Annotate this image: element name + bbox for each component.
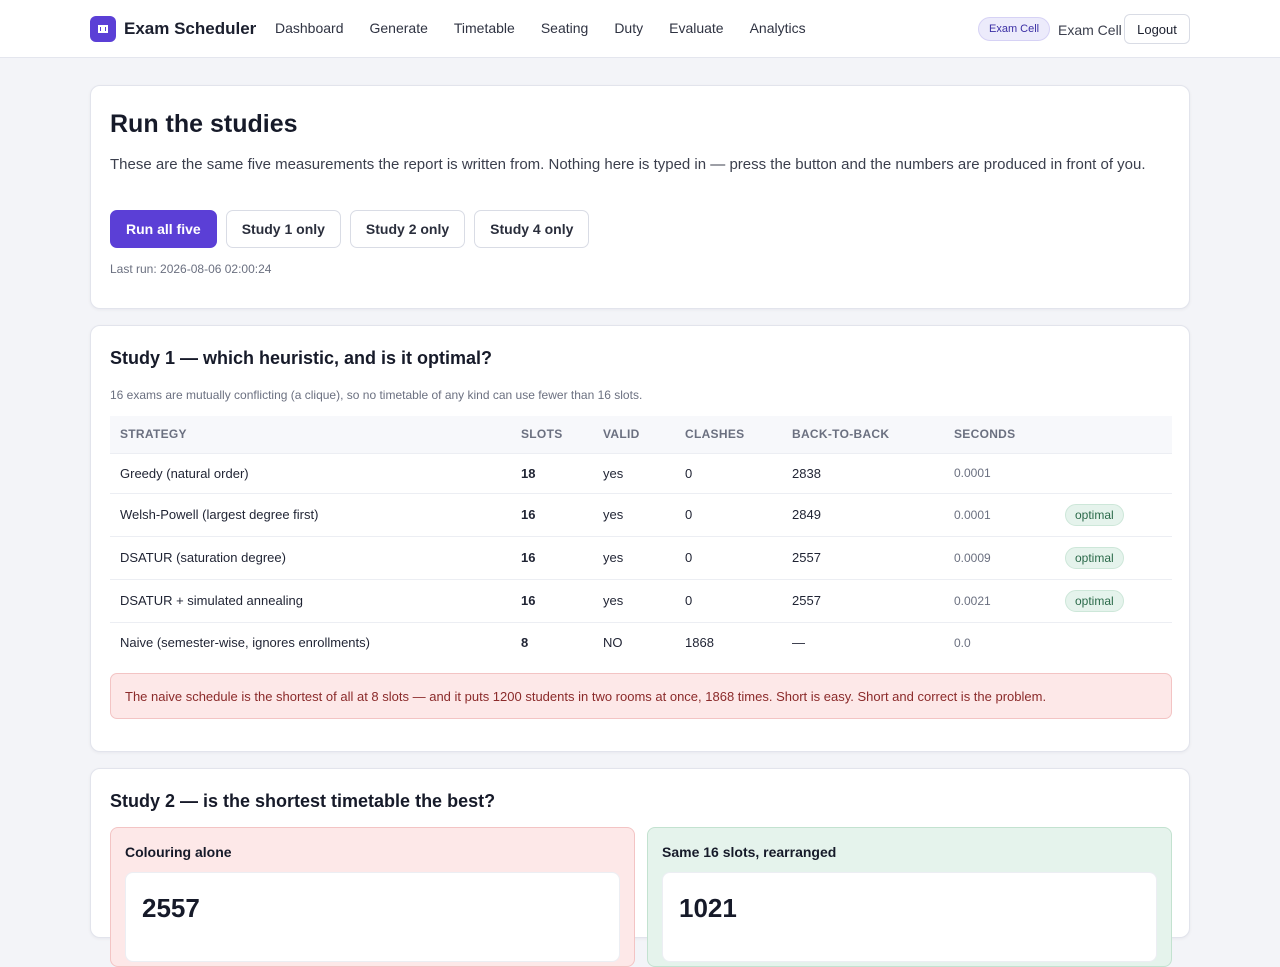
strategy-cell: Naive (semester-wise, ignores enrollment…	[110, 621, 511, 663]
status-cell	[1055, 621, 1172, 663]
study-buttons: Run all five Study 1 only Study 2 only S…	[110, 210, 598, 248]
strategy-cell: Greedy (natural order)	[110, 452, 511, 493]
back-to-back-cell: 2838	[782, 452, 944, 493]
table-header-row: STRATEGY SLOTS VALID CLASHES BACK-TO-BAC…	[110, 416, 1172, 453]
seconds-cell: 0.0001	[944, 492, 1055, 536]
heuristics-table: STRATEGY SLOTS VALID CLASHES BACK-TO-BAC…	[110, 416, 1172, 663]
clashes-cell: 0	[675, 535, 782, 579]
main-nav: Dashboard Generate Timetable Seating Dut…	[262, 20, 819, 36]
calendar-logo-icon	[90, 16, 116, 42]
panel-title: Colouring alone	[125, 844, 232, 860]
back-to-back-cell: —	[782, 621, 944, 663]
brand[interactable]: Exam Scheduler	[90, 16, 256, 42]
clashes-cell: 1868	[675, 621, 782, 663]
study-1-card: Study 1 — which heuristic, and is it opt…	[90, 325, 1190, 752]
seconds-cell: 0.0001	[944, 452, 1055, 493]
seconds-cell: 0.0009	[944, 535, 1055, 579]
nav-seating[interactable]: Seating	[541, 20, 588, 36]
clashes-cell: 0	[675, 492, 782, 536]
user-role-label: Exam Cell	[1058, 22, 1122, 38]
optimal-badge: optimal	[1065, 589, 1124, 612]
table-row: Greedy (natural order) 18 yes 0 2838 0.0…	[110, 452, 1172, 493]
study-4-button[interactable]: Study 4 only	[474, 210, 590, 248]
status-cell: optimal	[1055, 492, 1172, 536]
strategy-cell: DSATUR (saturation degree)	[110, 535, 511, 579]
nav-timetable[interactable]: Timetable	[454, 20, 515, 36]
nav-evaluate[interactable]: Evaluate	[669, 20, 723, 36]
valid-cell: yes	[593, 452, 675, 493]
metric-box: 2557	[125, 872, 620, 962]
valid-cell: yes	[593, 535, 675, 579]
colouring-alone-panel: Colouring alone 2557	[110, 827, 635, 967]
valid-cell: yes	[593, 578, 675, 622]
strategy-cell: Welsh-Powell (largest degree first)	[110, 492, 511, 536]
status-cell: optimal	[1055, 578, 1172, 622]
column-header-status	[1055, 416, 1172, 453]
column-header-clashes: CLASHES	[675, 416, 782, 453]
metric-box: 1021	[662, 872, 1157, 962]
metric-value: 1021	[679, 893, 737, 923]
table-row: Naive (semester-wise, ignores enrollment…	[110, 621, 1172, 663]
slots-cell: 16	[511, 492, 593, 536]
status-cell	[1055, 452, 1172, 493]
rearranged-panel: Same 16 slots, rearranged 1021	[647, 827, 1172, 967]
study-1-button[interactable]: Study 1 only	[225, 210, 341, 248]
optimal-badge: optimal	[1065, 503, 1124, 526]
panel-title: Same 16 slots, rearranged	[662, 844, 837, 860]
logout-button[interactable]: Logout	[1124, 14, 1190, 44]
strategy-cell: DSATUR + simulated annealing	[110, 578, 511, 622]
column-header-valid: VALID	[593, 416, 675, 453]
intro-description: These are the same five measurements the…	[110, 156, 1146, 173]
study-2-title: Study 2 — is the shortest timetable the …	[110, 791, 496, 811]
study-2-card: Study 2 — is the shortest timetable the …	[90, 768, 1190, 967]
top-navbar: Exam Scheduler Dashboard Generate Timeta…	[0, 0, 1280, 58]
nav-dashboard[interactable]: Dashboard	[275, 20, 344, 36]
slots-cell: 16	[511, 535, 593, 579]
slots-cell: 16	[511, 578, 593, 622]
study-1-title: Study 1 — which heuristic, and is it opt…	[110, 348, 493, 368]
app-name: Exam Scheduler	[124, 19, 257, 38]
nav-analytics[interactable]: Analytics	[750, 20, 806, 36]
nav-generate[interactable]: Generate	[370, 20, 428, 36]
valid-cell: yes	[593, 492, 675, 536]
run-studies-card: Run the studies These are the same five …	[90, 85, 1190, 309]
role-badge: Exam Cell	[978, 17, 1051, 41]
column-header-seconds: SECONDS	[944, 416, 1055, 453]
back-to-back-cell: 2849	[782, 492, 944, 536]
table-row: Welsh-Powell (largest degree first) 16 y…	[110, 492, 1172, 536]
slots-cell: 18	[511, 452, 593, 493]
clashes-cell: 0	[675, 452, 782, 493]
study-1-note: 16 exams are mutually conflicting (a cli…	[110, 388, 643, 402]
run-all-button[interactable]: Run all five	[110, 210, 217, 248]
column-header-strategy: STRATEGY	[110, 416, 511, 453]
column-header-slots: SLOTS	[511, 416, 593, 453]
back-to-back-cell: 2557	[782, 535, 944, 579]
last-run-timestamp: Last run: 2026-08-06 02:00:24	[110, 262, 272, 276]
status-cell: optimal	[1055, 535, 1172, 579]
slots-cell: 8	[511, 621, 593, 663]
metric-value: 2557	[142, 893, 200, 923]
seconds-cell: 0.0021	[944, 578, 1055, 622]
table-row: DSATUR + simulated annealing 16 yes 0 25…	[110, 578, 1172, 622]
column-header-back-to-back: BACK-TO-BACK	[782, 416, 944, 453]
clashes-cell: 0	[675, 578, 782, 622]
naive-warning-alert: The naive schedule is the shortest of al…	[110, 673, 1172, 719]
nav-duty[interactable]: Duty	[614, 20, 643, 36]
back-to-back-cell: 2557	[782, 578, 944, 622]
valid-cell: NO	[593, 621, 675, 663]
optimal-badge: optimal	[1065, 546, 1124, 569]
table-row: DSATUR (saturation degree) 16 yes 0 2557…	[110, 535, 1172, 579]
study-2-button[interactable]: Study 2 only	[349, 210, 466, 248]
page-title: Run the studies	[110, 110, 298, 138]
seconds-cell: 0.0	[944, 621, 1055, 663]
